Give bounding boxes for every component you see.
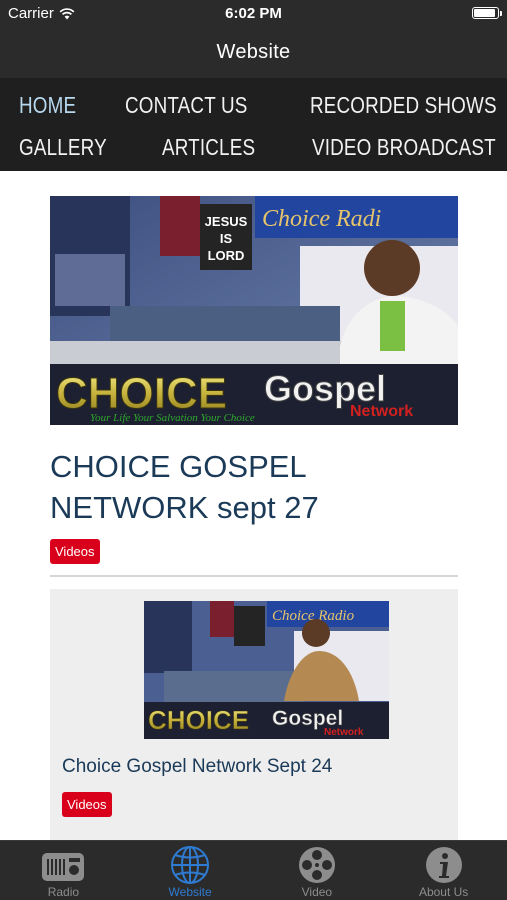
radio-icon	[42, 853, 85, 881]
info-icon	[425, 847, 462, 883]
tab-label: About Us	[418, 885, 469, 899]
globe-icon	[171, 846, 210, 884]
svg-text:Network: Network	[350, 403, 413, 420]
tab-about-us[interactable]: About Us	[380, 841, 507, 900]
clock: 6:02 PM	[225, 5, 282, 22]
page-title: Website	[216, 41, 291, 63]
film-reel-icon	[298, 847, 335, 883]
post-thumbnail[interactable]: Choice Radio CHOICE Gospel Network	[144, 601, 389, 739]
navigation-bar: Website	[0, 28, 507, 78]
svg-text:Choice Radi: Choice Radi	[262, 206, 381, 232]
tab-label: Radio	[47, 885, 80, 899]
svg-text:LORD: LORD	[208, 248, 245, 263]
tab-label: Video	[301, 885, 333, 899]
post-card[interactable]: Choice Radio CHOICE Gospel Network Choic…	[50, 589, 458, 840]
menu-item-home[interactable]: HOME	[19, 92, 76, 119]
tab-label: Website	[168, 885, 212, 899]
battery-level	[474, 9, 495, 17]
svg-text:CHOICE: CHOICE	[148, 705, 249, 735]
menu-item-video-broadcast[interactable]: VIDEO BROADCAST	[312, 134, 496, 161]
menu-row: GALLERY ARTICLES VIDEO BROADCAST	[19, 126, 507, 168]
menu-item-contact-us[interactable]: CONTACT US	[125, 92, 248, 119]
divider	[50, 575, 458, 577]
site-menu: HOME CONTACT US RECORDED SHOWS GALLERY A…	[0, 78, 507, 171]
tab-bar: Radio Website Video About Us	[0, 840, 507, 900]
post-title[interactable]: Choice Gospel Network Sept 24	[62, 756, 332, 778]
post-title[interactable]: CHOICE GOSPEL NETWORK sept 27	[50, 446, 450, 528]
svg-text:CHOICE: CHOICE	[56, 369, 227, 418]
status-bar: Carrier 6:02 PM	[0, 0, 507, 28]
category-tag[interactable]: Videos	[50, 539, 100, 564]
menu-row: HOME CONTACT US RECORDED SHOWS	[19, 84, 507, 126]
post-thumbnail[interactable]: JESUS IS LORD Choice Radi CHOICE Gospel …	[50, 196, 458, 425]
tab-website[interactable]: Website	[127, 841, 254, 900]
svg-text:Network: Network	[324, 727, 364, 738]
menu-item-gallery[interactable]: GALLERY	[19, 134, 107, 161]
studio-photo: JESUS IS LORD Choice Radi CHOICE Gospel …	[50, 196, 458, 425]
tab-radio[interactable]: Radio	[0, 841, 127, 900]
studio-photo: Choice Radio CHOICE Gospel Network	[144, 601, 389, 739]
svg-text:JESUS: JESUS	[205, 214, 248, 229]
menu-item-articles[interactable]: ARTICLES	[162, 134, 255, 161]
content-area[interactable]: JESUS IS LORD Choice Radi CHOICE Gospel …	[0, 171, 507, 840]
category-tag[interactable]: Videos	[62, 792, 112, 817]
svg-text:IS: IS	[220, 231, 233, 246]
battery-icon	[472, 7, 502, 19]
menu-item-recorded-shows[interactable]: RECORDED SHOWS	[310, 92, 497, 119]
svg-text:Your Life Your Salvation Y: Your Life Your Salvation Your Choice	[90, 412, 255, 424]
tab-video[interactable]: Video	[254, 841, 381, 900]
